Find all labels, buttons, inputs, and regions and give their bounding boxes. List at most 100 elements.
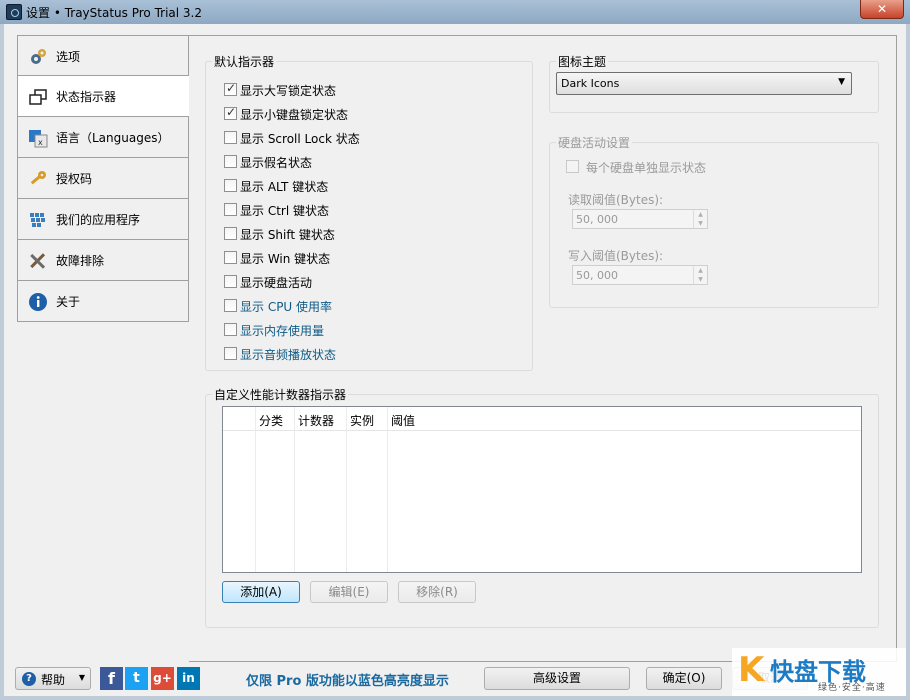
spin-value: 50, 000 [576, 213, 618, 226]
checkbox-label: 显示 ALT 键状态 [240, 180, 329, 194]
column-divider [255, 407, 256, 572]
sidebar-item-status-indicators[interactable]: 状态指示器 [17, 76, 190, 117]
checkbox-label: 显示音频播放状态 [240, 348, 337, 362]
sidebar-item-license[interactable]: 授权码 [17, 158, 189, 199]
checkbox-label: 显示 Ctrl 键状态 [240, 204, 329, 218]
facebook-icon[interactable]: f [100, 667, 123, 690]
language-icon: x [29, 130, 48, 148]
custom-counters-group: 自定义性能计数器指示器 分类 计数器 实例 阈值 添加(A) 编辑(E) 移除(… [205, 386, 879, 628]
checkbox[interactable] [224, 347, 237, 360]
checkbox[interactable] [224, 299, 237, 312]
watermark-logo: K [738, 650, 765, 690]
checkbox[interactable] [566, 160, 579, 173]
checkbox-label: 显示 CPU 使用率 [240, 300, 333, 314]
title-bar: 设置 • TrayStatus Pro Trial 3.2 ✕ [0, 0, 910, 24]
spin-buttons[interactable]: ▲ ▼ [693, 266, 707, 284]
disk-activity-group: 硬盘活动设置 每个硬盘单独显示状态 读取阈值(Bytes): 50, 000 ▲… [549, 134, 879, 308]
column-header-instance[interactable]: 实例 [350, 412, 374, 429]
group-title: 默认指示器 [214, 55, 275, 69]
sidebar-item-our-apps[interactable]: 我们的应用程序 [17, 199, 189, 240]
checkbox[interactable] [224, 227, 237, 240]
checkbox-label: 显示硬盘活动 [240, 276, 313, 290]
checkbox[interactable] [224, 251, 237, 264]
checkbox-label: 显示小键盘锁定状态 [240, 108, 349, 122]
dropdown-value: Dark Icons [561, 77, 620, 90]
sidebar-item-label: 我们的应用程序 [56, 213, 141, 227]
checkbox[interactable] [224, 155, 237, 168]
checkbox[interactable] [224, 275, 237, 288]
app-icon [6, 4, 22, 20]
sidebar-item-troubleshoot[interactable]: 故障排除 [17, 240, 189, 281]
help-label: 帮助 [41, 673, 66, 687]
ok-button[interactable]: 确定(O) [646, 667, 722, 690]
sidebar-item-label: 语言（Languages） [56, 131, 170, 145]
spin-value: 50, 000 [576, 269, 618, 282]
pro-notice: 仅限 Pro 版功能以蓝色高亮度显示 [246, 674, 449, 689]
checkbox-label: 显示内存使用量 [240, 324, 325, 338]
watermark: K 快盘下载 绿色·安全·高速 [732, 648, 906, 696]
spin-up-icon[interactable]: ▲ [694, 210, 707, 219]
checkbox-label: 显示假名状态 [240, 156, 313, 170]
linkedin-icon[interactable]: in [177, 667, 200, 690]
checkbox[interactable] [224, 105, 237, 120]
checkbox[interactable] [224, 131, 237, 144]
counters-list[interactable]: 分类 计数器 实例 阈值 [222, 406, 862, 573]
tools-icon [30, 253, 46, 269]
google-plus-icon[interactable]: g+ [151, 667, 174, 690]
gear-icon [31, 49, 46, 64]
windows-icon [29, 89, 47, 105]
checkbox[interactable] [224, 179, 237, 192]
sidebar-item-label: 授权码 [56, 172, 93, 186]
chevron-down-icon: ▼ [838, 77, 845, 87]
sidebar-item-language[interactable]: x 语言（Languages） [17, 117, 189, 158]
column-divider [294, 407, 295, 572]
checkbox-label: 显示 Scroll Lock 状态 [240, 132, 360, 146]
read-threshold-label: 读取阈值(Bytes): [568, 193, 664, 207]
close-button[interactable]: ✕ [860, 0, 904, 19]
edit-button[interactable]: 编辑(E) [310, 581, 388, 603]
write-threshold-label: 写入阈值(Bytes): [568, 249, 664, 263]
advanced-settings-button[interactable]: 高级设置 [484, 667, 630, 690]
twitter-icon[interactable]: t [125, 667, 148, 690]
spin-buttons[interactable]: ▲ ▼ [693, 210, 707, 228]
write-threshold-input[interactable]: 50, 000 ▲ ▼ [572, 265, 708, 285]
read-threshold-input[interactable]: 50, 000 ▲ ▼ [572, 209, 708, 229]
column-header-threshold[interactable]: 阈值 [391, 412, 415, 429]
column-header-category[interactable]: 分类 [259, 412, 283, 429]
group-title: 自定义性能计数器指示器 [214, 388, 347, 402]
chevron-down-icon: ▼ [78, 673, 85, 682]
checkbox[interactable] [224, 81, 237, 96]
sidebar-item-label: 关于 [56, 295, 81, 309]
svg-text:x: x [38, 138, 43, 147]
checkbox-label: 显示 Shift 键状态 [240, 228, 335, 242]
checkbox-label: 显示 Win 键状态 [240, 252, 331, 266]
list-header: 分类 计数器 实例 阈值 [223, 407, 861, 431]
checkbox-label: 每个硬盘单独显示状态 [586, 161, 707, 175]
status-indicators-panel: 默认指示器 显示大写锁定状态 显示小键盘锁定状态 显示 Scroll Lock … [189, 35, 897, 662]
add-button[interactable]: 添加(A) [222, 581, 300, 603]
sidebar-item-label: 状态指示器 [56, 90, 117, 104]
remove-button[interactable]: 移除(R) [398, 581, 476, 603]
group-title: 图标主题 [558, 55, 607, 69]
sidebar: 选项 状态指示器 x 语言（Languages） 授权码 我们的应用程序 故障排… [17, 35, 190, 322]
spin-down-icon[interactable]: ▼ [694, 219, 707, 228]
sidebar-item-label: 选项 [56, 50, 81, 64]
checkbox[interactable] [224, 203, 237, 216]
checkbox-label: 显示大写锁定状态 [240, 84, 337, 98]
help-icon: ? [22, 672, 36, 686]
sidebar-item-about[interactable]: 关于 [17, 281, 189, 322]
group-title: 硬盘活动设置 [558, 136, 631, 150]
checkbox[interactable] [224, 323, 237, 336]
column-divider [346, 407, 347, 572]
window-title: 设置 • TrayStatus Pro Trial 3.2 [26, 6, 202, 20]
spin-up-icon[interactable]: ▲ [694, 266, 707, 275]
column-header-counter[interactable]: 计数器 [298, 412, 334, 429]
key-icon [30, 171, 46, 185]
sidebar-item-label: 故障排除 [56, 254, 105, 268]
sidebar-item-options[interactable]: 选项 [17, 35, 189, 76]
info-icon [29, 293, 47, 311]
spin-down-icon[interactable]: ▼ [694, 275, 707, 284]
help-button[interactable]: ? 帮助 ▼ [15, 667, 91, 690]
icon-theme-group: 图标主题 Dark Icons ▼ [549, 53, 879, 113]
icon-theme-dropdown[interactable]: Dark Icons ▼ [556, 72, 852, 95]
